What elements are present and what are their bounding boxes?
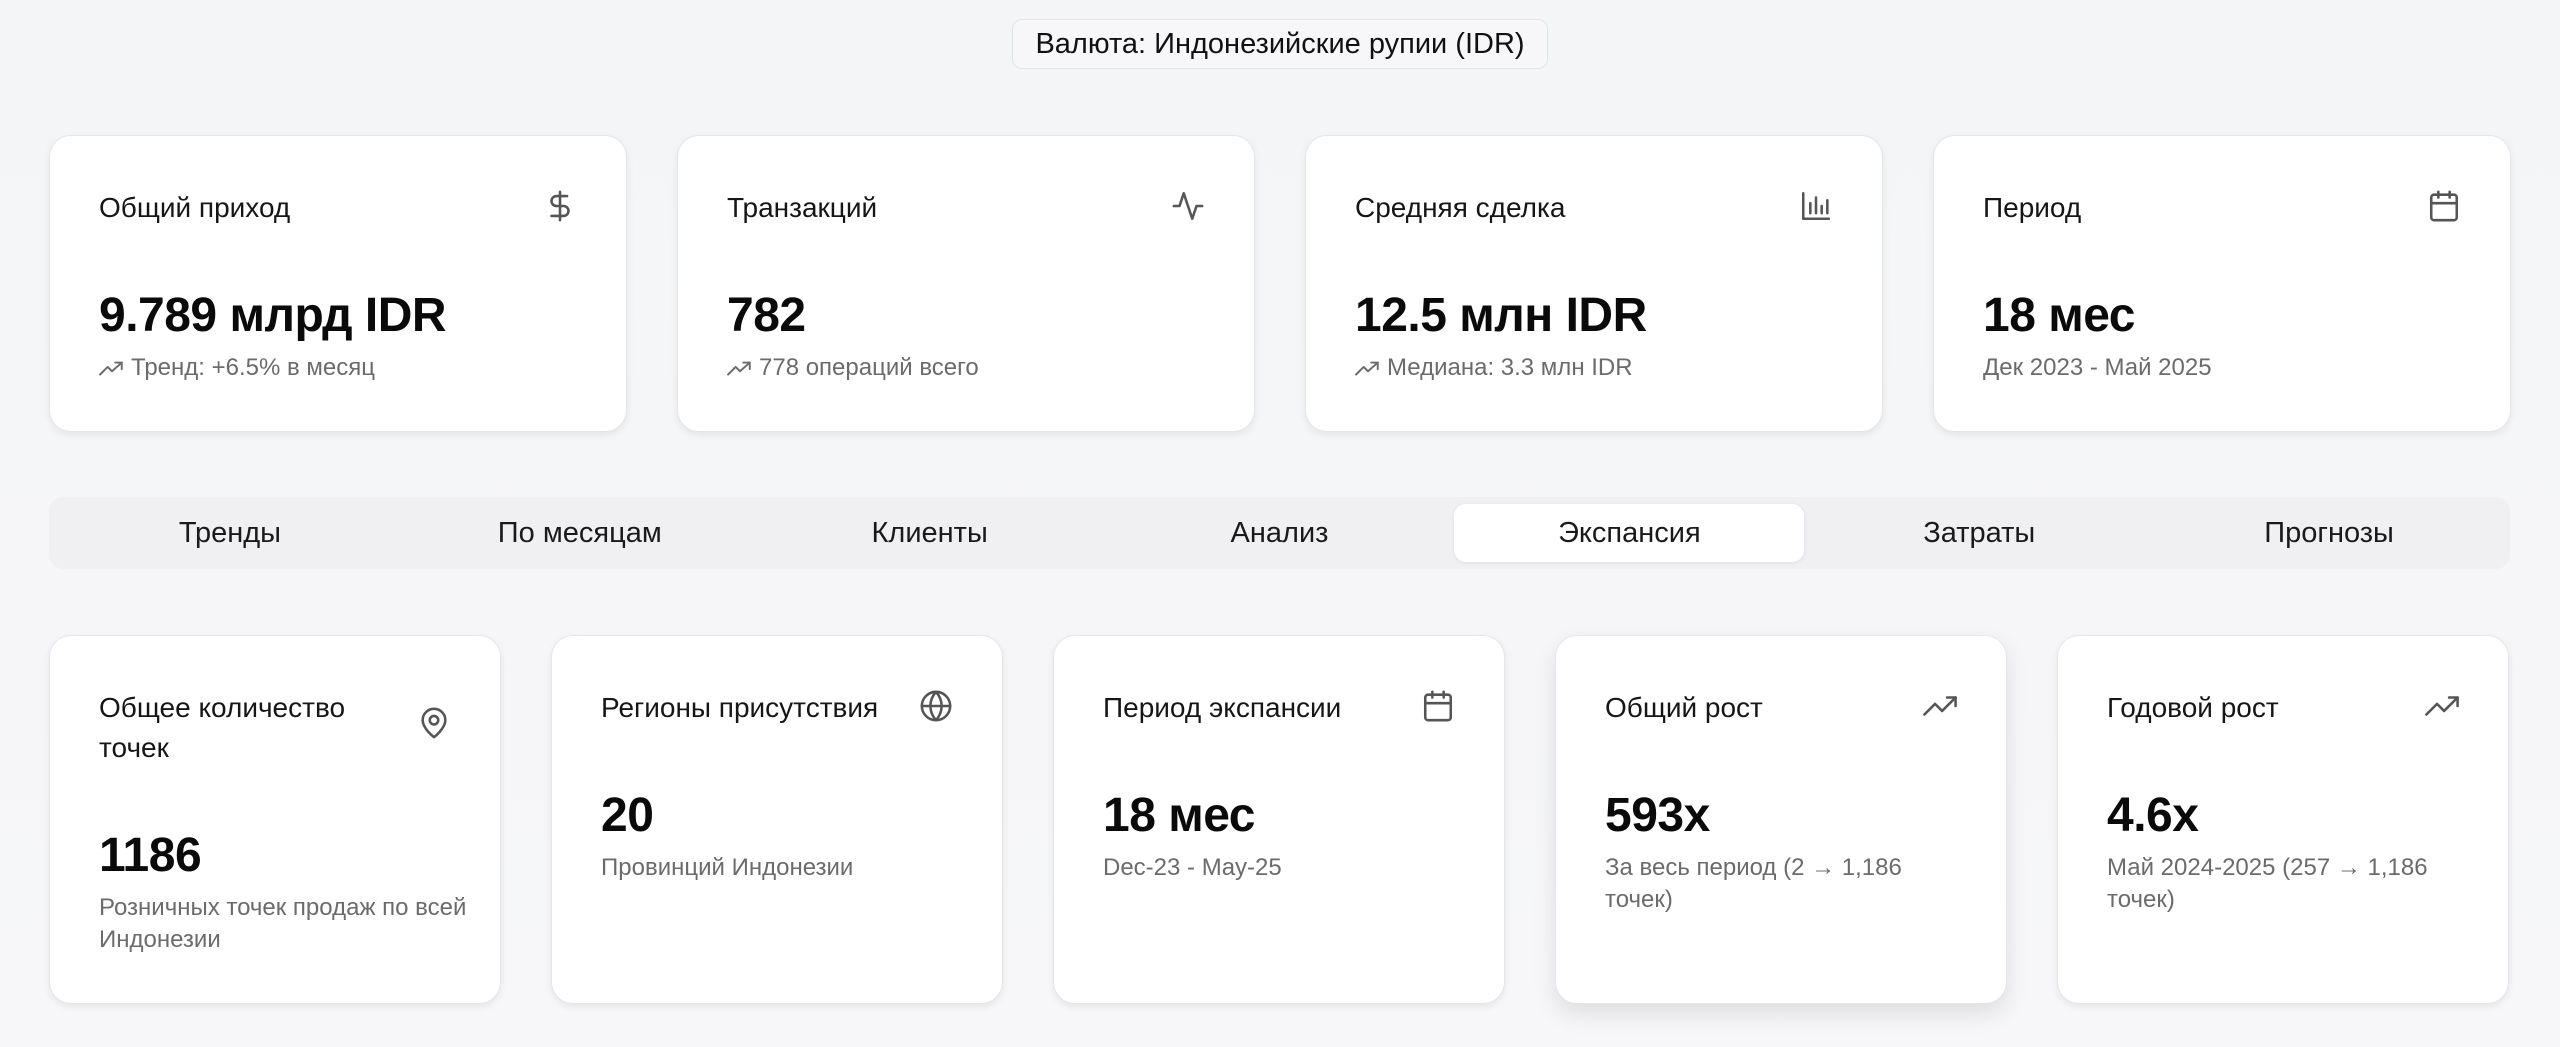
expansion-metrics-row: Общее количество точек 1186 Розничных то… xyxy=(49,635,2509,1004)
trend-up-icon xyxy=(727,361,751,376)
metric-title: Регионы присутствия xyxy=(601,692,879,723)
kpi-value: 12.5 млн IDR xyxy=(1355,289,1647,342)
metric-value: 18 мес xyxy=(1103,789,1256,842)
kpi-card-average-deal: Средняя сделка 12.5 млн IDR Медиана: 3.3… xyxy=(1305,135,1883,432)
trending-up-icon xyxy=(1923,689,1957,723)
metric-card-annual-growth: Годовой рост 4.6x Май 2024-2025 (257 → 1… xyxy=(2057,635,2509,1004)
metric-value: 1186 xyxy=(99,829,202,882)
tab-analysis[interactable]: Анализ xyxy=(1105,504,1455,562)
kpi-title: Средняя сделка xyxy=(1355,192,1566,223)
tab-forecasts[interactable]: Прогнозы xyxy=(2154,504,2504,562)
metric-value: 593x xyxy=(1605,789,1710,842)
kpi-value: 9.789 млрд IDR xyxy=(99,289,447,342)
dollar-icon xyxy=(543,189,577,223)
kpi-title: Период xyxy=(1983,192,2082,223)
kpi-card-transactions: Транзакций 782 778 операций всего xyxy=(677,135,1255,432)
kpi-subtext-label: Дек 2023 - Май 2025 xyxy=(1983,354,2212,381)
metric-subtext: За весь период (2 → 1,186 точек) xyxy=(1605,854,1902,913)
bar-chart-icon xyxy=(1799,189,1833,223)
kpi-subtext: Дек 2023 - Май 2025 xyxy=(1983,354,2212,382)
metric-value: 4.6x xyxy=(2107,789,2199,842)
metric-subtext: Провинций Индонезии xyxy=(601,854,854,881)
tab-costs[interactable]: Затраты xyxy=(1804,504,2154,562)
metric-subtext: Dec-23 - May-25 xyxy=(1103,854,1282,881)
kpi-subtext-label: Медиана: 3.3 млн IDR xyxy=(1387,354,1633,381)
kpi-value: 782 xyxy=(727,289,806,342)
metric-title: Годовой рост xyxy=(2107,692,2279,723)
trend-up-icon xyxy=(99,361,123,376)
metric-value: 20 xyxy=(601,789,654,842)
globe-icon xyxy=(919,689,953,723)
calendar-icon xyxy=(2427,189,2461,223)
kpi-subtext: Тренд: +6.5% в месяц xyxy=(99,354,375,382)
metric-card-regions: Регионы присутствия 20 Провинций Индонез… xyxy=(551,635,1003,1004)
metric-subtext: Май 2024-2025 (257 → 1,186 точек) xyxy=(2107,854,2428,913)
metric-card-total-growth: Общий рост 593x За весь период (2 → 1,18… xyxy=(1555,635,2007,1004)
currency-indicator: Валюта: Индонезийские рупии (IDR) xyxy=(1012,19,1548,69)
tab-by-month[interactable]: По месяцам xyxy=(405,504,755,562)
kpi-summary-row: Общий приход 9.789 млрд IDR Тренд: +6.5%… xyxy=(49,135,2511,432)
kpi-card-period: Период 18 мес Дек 2023 - Май 2025 xyxy=(1933,135,2511,432)
calendar-icon xyxy=(1421,689,1455,723)
metric-card-total-points: Общее количество точек 1186 Розничных то… xyxy=(49,635,501,1004)
kpi-subtext-label: Тренд: +6.5% в месяц xyxy=(131,354,375,381)
activity-icon xyxy=(1171,189,1205,223)
tab-expansion[interactable]: Экспансия xyxy=(1454,504,1805,562)
metric-title: Период экспансии xyxy=(1103,692,1342,723)
trending-up-icon xyxy=(2425,689,2459,723)
metric-subtext: Розничных точек продаж по всей Индонезии xyxy=(99,894,467,953)
kpi-title: Общий приход xyxy=(99,192,291,223)
metric-title: Общий рост xyxy=(1605,692,1763,723)
kpi-value: 18 мес xyxy=(1983,289,2136,342)
tab-clients[interactable]: Клиенты xyxy=(755,504,1105,562)
kpi-subtext-label: 778 операций всего xyxy=(759,354,979,381)
kpi-subtext: Медиана: 3.3 млн IDR xyxy=(1355,354,1633,382)
kpi-title: Транзакций xyxy=(727,192,878,223)
metric-card-expansion-period: Период экспансии 18 мес Dec-23 - May-25 xyxy=(1053,635,1505,1004)
metric-title: Общее количество точек xyxy=(99,692,346,763)
tab-bar: Тренды По месяцам Клиенты Анализ Экспанс… xyxy=(49,497,2510,569)
tab-trends[interactable]: Тренды xyxy=(55,504,405,562)
trend-up-icon xyxy=(1355,361,1379,376)
map-pin-icon xyxy=(417,706,451,740)
kpi-subtext: 778 операций всего xyxy=(727,354,979,382)
kpi-card-total-income: Общий приход 9.789 млрд IDR Тренд: +6.5%… xyxy=(49,135,627,432)
